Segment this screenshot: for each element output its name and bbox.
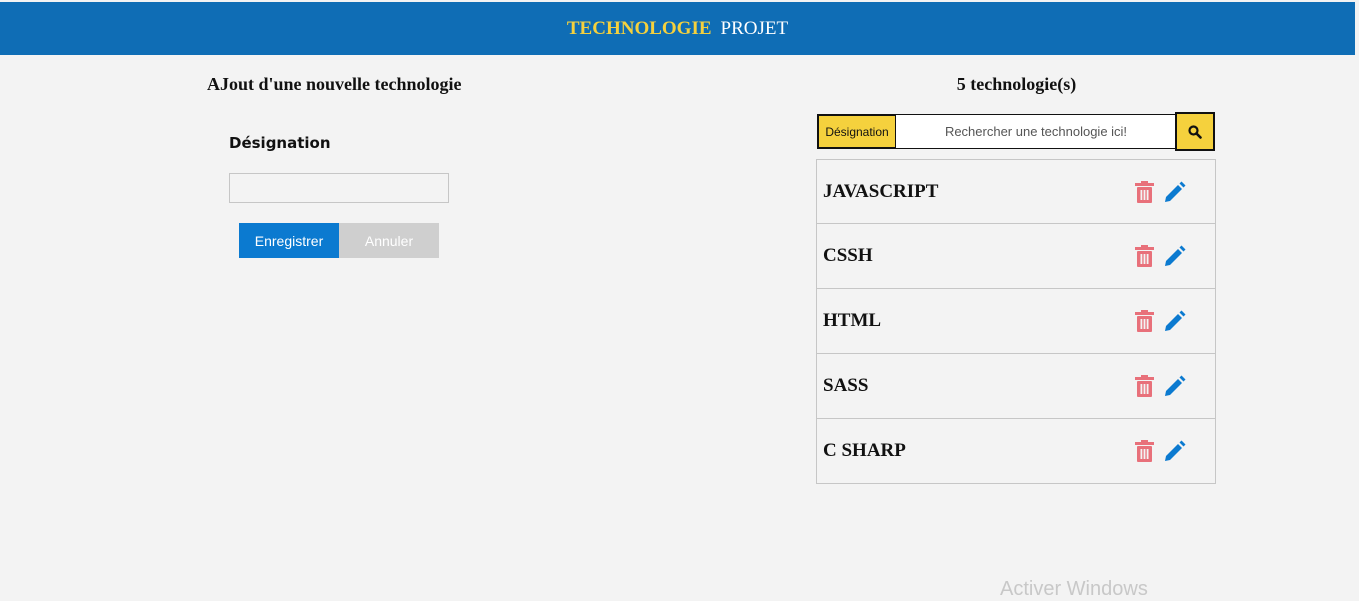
search-button[interactable] — [1175, 112, 1215, 151]
technology-name: SASS — [823, 375, 869, 396]
search-bar: Désignation — [817, 112, 1215, 151]
top-navbar: TECHNOLOGIE PROJET — [0, 2, 1355, 55]
brand-accent-text: TECHNOLOGIE — [566, 17, 712, 39]
search-filter-tag: Désignation — [817, 114, 896, 149]
designation-input[interactable] — [229, 173, 449, 203]
trash-icon[interactable] — [1135, 375, 1154, 402]
technology-list: JAVASCRIPT CSSH HTML SASS C SHARP — [816, 159, 1216, 484]
list-item: C SHARP — [816, 419, 1216, 484]
technology-name: CSSH — [823, 245, 873, 266]
pencil-icon[interactable] — [1164, 440, 1186, 467]
pencil-icon[interactable] — [1164, 375, 1186, 402]
designation-label: Désignation — [229, 134, 331, 152]
brand-rest-text: PROJET — [720, 17, 789, 39]
trash-icon[interactable] — [1135, 440, 1154, 467]
technology-name: JAVASCRIPT — [823, 180, 939, 202]
technology-count: 5 technologie(s) — [956, 74, 1077, 94]
technology-name: HTML — [823, 310, 882, 331]
list-item: CSSH — [816, 224, 1216, 289]
trash-icon[interactable] — [1135, 181, 1154, 208]
search-input[interactable] — [896, 114, 1177, 149]
technology-name: C SHARP — [823, 440, 906, 461]
list-item: JAVASCRIPT — [816, 159, 1216, 224]
trash-icon[interactable] — [1135, 310, 1154, 337]
list-item: HTML — [816, 289, 1216, 354]
trash-icon[interactable] — [1135, 245, 1154, 272]
pencil-icon[interactable] — [1164, 310, 1186, 337]
pencil-icon[interactable] — [1164, 245, 1186, 272]
list-item: SASS — [816, 354, 1216, 419]
pencil-icon[interactable] — [1164, 181, 1186, 208]
cancel-button[interactable]: Annuler — [339, 223, 439, 258]
form-title: AJout d'une nouvelle technologie — [207, 74, 462, 94]
search-icon — [1188, 124, 1202, 139]
save-button[interactable]: Enregistrer — [239, 223, 339, 258]
